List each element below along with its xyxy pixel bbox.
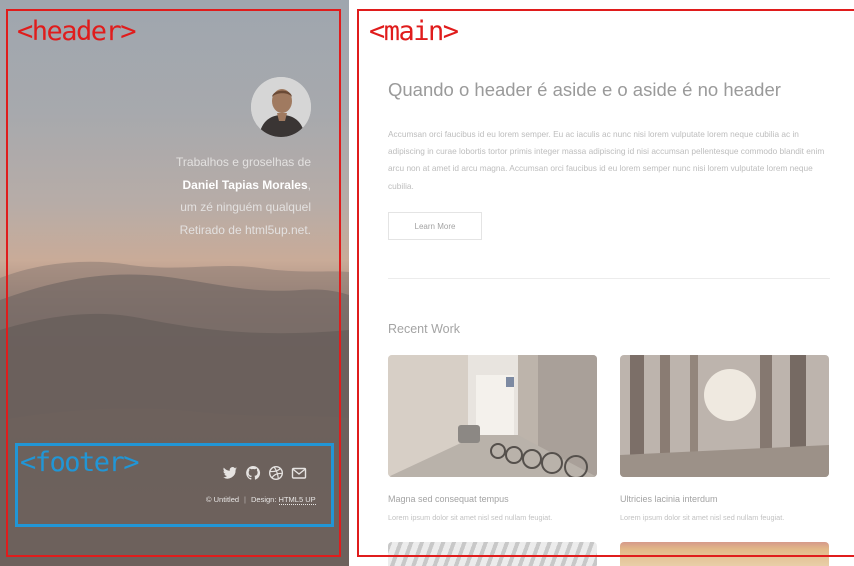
- main-annotation-box: [357, 9, 854, 557]
- main-tag-label: <main>: [369, 16, 459, 47]
- header-tag-label: <header>: [17, 16, 137, 47]
- footer-tag-label: <footer>: [20, 447, 140, 478]
